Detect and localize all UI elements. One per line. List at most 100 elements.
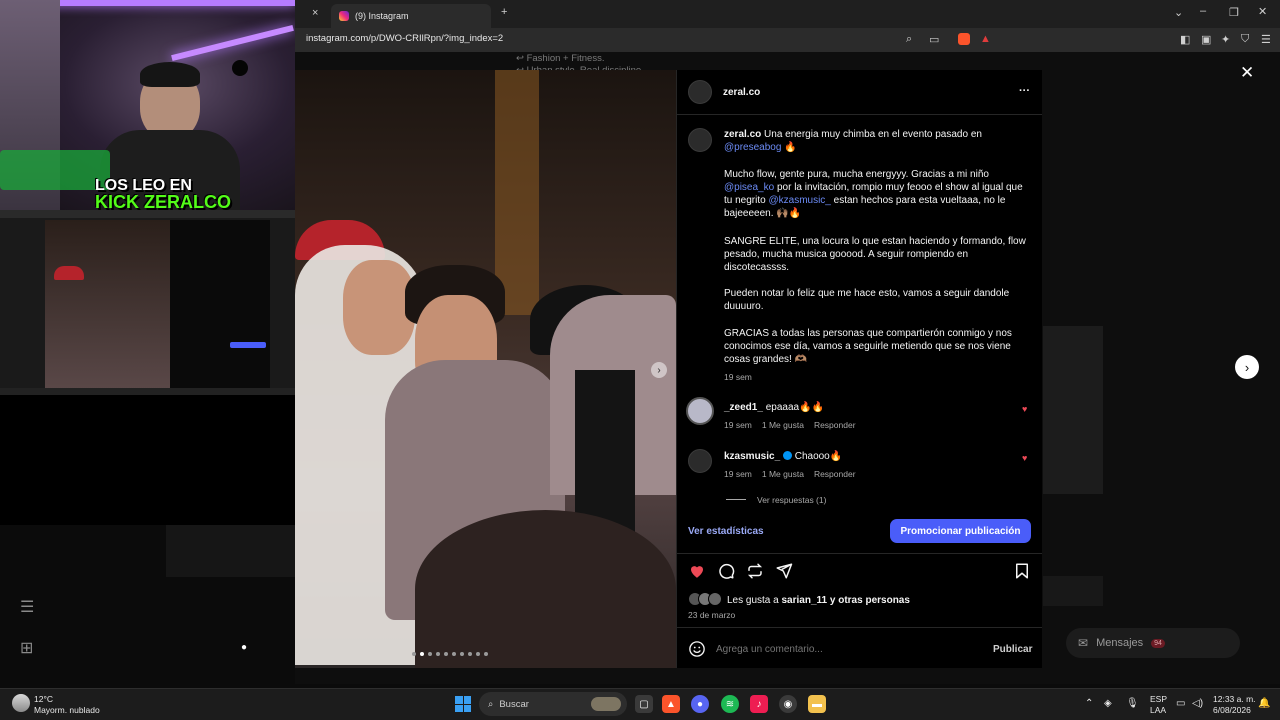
- url-text[interactable]: instagram.com/p/DWO-CRIlRpn/?img_index=2: [306, 33, 503, 44]
- tab-instagram[interactable]: (9) Instagram: [331, 4, 491, 28]
- share-icon[interactable]: [775, 562, 793, 580]
- search-label: Buscar: [499, 698, 529, 710]
- bg-apps-icon[interactable]: ⊞: [20, 638, 33, 658]
- likes-summary[interactable]: Les gusta a sarian_11 y otras personas: [727, 594, 910, 607]
- comment-text: Chaooo🔥: [794, 451, 843, 462]
- microphone-icon[interactable]: 🎙: [1126, 698, 1139, 709]
- more-options-icon[interactable]: ···: [1019, 85, 1030, 97]
- caption-p3: SANGRE ELITE, una locura lo que estan ha…: [724, 236, 1026, 273]
- likes-user[interactable]: sarian_11: [782, 595, 828, 606]
- comment-like-icon[interactable]: ♥: [1022, 453, 1027, 463]
- tiktok-icon[interactable]: ♪: [750, 695, 768, 713]
- mini-photo: [45, 220, 170, 390]
- bg-menu-icon[interactable]: ☰: [20, 597, 34, 617]
- publish-button[interactable]: Publicar: [993, 644, 1032, 655]
- mini-red-cap: [54, 266, 84, 280]
- bg-thumbnail-2: [1043, 576, 1103, 606]
- menu-icon[interactable]: ☰: [1261, 33, 1271, 46]
- comment-text: epaaaa🔥🔥: [765, 402, 824, 413]
- new-tab-button[interactable]: +: [501, 6, 507, 18]
- carousel-dots[interactable]: [412, 652, 488, 656]
- network-icon[interactable]: ▭: [1176, 698, 1185, 709]
- reply-button[interactable]: Responder: [814, 469, 856, 479]
- cast-icon[interactable]: ▭: [929, 33, 939, 46]
- clock-date[interactable]: 6/08/2026: [1213, 705, 1251, 715]
- search-highlight-icon: [591, 697, 621, 711]
- clock-time[interactable]: 12:33 a. m.: [1213, 694, 1256, 704]
- replies-line: [726, 499, 746, 500]
- caption-time[interactable]: 19 sem: [724, 372, 752, 382]
- search-icon: ⌕: [488, 698, 494, 710]
- comment-1-body: _zeed1_ epaaaa🔥🔥: [724, 401, 824, 414]
- comment-username[interactable]: _zeed1_: [724, 402, 763, 413]
- zoom-icon[interactable]: ⌕: [906, 33, 912, 46]
- author-username[interactable]: zeral.co: [723, 87, 760, 98]
- like-heart-icon[interactable]: [688, 562, 706, 580]
- header-divider: [676, 114, 1042, 115]
- wallet-icon[interactable]: ▣: [1201, 33, 1211, 46]
- mention-pisea-ko[interactable]: @pisea_ko: [724, 182, 774, 193]
- file-explorer-icon[interactable]: ▬: [808, 695, 826, 713]
- weather-desc[interactable]: Mayorm. nublado: [34, 705, 100, 715]
- minimize-icon[interactable]: –: [1200, 5, 1206, 17]
- liker-avatar[interactable]: [708, 592, 722, 606]
- mini-tabbar: [0, 210, 295, 218]
- task-view-icon[interactable]: ▢: [635, 695, 653, 713]
- mention-preseabog[interactable]: @preseabog: [724, 142, 781, 153]
- repost-icon[interactable]: [746, 562, 764, 580]
- messages-pill[interactable]: ✉ Mensajes 94: [1066, 628, 1240, 658]
- brave-shields-icon[interactable]: [958, 33, 970, 45]
- close-modal-icon[interactable]: ✕: [1240, 63, 1254, 83]
- taskbar-search[interactable]: ⌕ Buscar: [479, 692, 627, 716]
- tray-chevron-icon[interactable]: ⌃: [1085, 698, 1093, 709]
- caption-p2: Mucho flow, gente pura, mucha energyyy. …: [724, 169, 1023, 219]
- weather-icon[interactable]: [12, 694, 30, 712]
- comment-username[interactable]: kzasmusic_: [724, 451, 780, 462]
- start-button[interactable]: [455, 696, 471, 712]
- save-bookmark-icon[interactable]: [1013, 562, 1031, 580]
- discord-icon[interactable]: ●: [691, 695, 709, 713]
- verified-badge-icon: [782, 451, 792, 460]
- notification-icon[interactable]: 🔔: [1258, 698, 1270, 709]
- tab-list-icon[interactable]: ⌄: [1174, 6, 1183, 19]
- promote-post-button[interactable]: Promocionar publicación: [890, 519, 1031, 543]
- language-bottom[interactable]: LAA: [1150, 705, 1166, 715]
- close-tab-icon[interactable]: ×: [312, 7, 318, 19]
- next-post-button[interactable]: ›: [1235, 355, 1259, 379]
- mini-panel: [170, 220, 270, 390]
- tagged-users-icon[interactable]: ●: [241, 642, 247, 653]
- emoji-icon[interactable]: [688, 640, 706, 658]
- caption-author[interactable]: zeral.co: [724, 129, 761, 140]
- vpn-icon[interactable]: ⛉: [1241, 33, 1249, 46]
- weather-temp[interactable]: 12°C: [34, 694, 53, 704]
- spotify-icon[interactable]: ≋: [721, 695, 739, 713]
- reply-button[interactable]: Responder: [814, 420, 856, 430]
- volume-icon[interactable]: ◁): [1192, 698, 1203, 709]
- window-close-icon[interactable]: ✕: [1258, 5, 1267, 18]
- wall-disc: [232, 60, 248, 76]
- messages-icon: ✉: [1078, 636, 1089, 650]
- comment-avatar[interactable]: [688, 449, 712, 473]
- author-avatar[interactable]: [688, 80, 712, 104]
- mention-kzasmusic[interactable]: @kzasmusic_: [768, 195, 830, 206]
- brave-rewards-icon[interactable]: ▲: [980, 33, 991, 45]
- comment-avatar[interactable]: [686, 397, 714, 425]
- mini-taskbar: [0, 388, 295, 395]
- comment-like-icon[interactable]: ♥: [1022, 404, 1027, 414]
- sidebar-icon[interactable]: ◧: [1180, 33, 1190, 46]
- caption-avatar[interactable]: [688, 128, 712, 152]
- view-replies-button[interactable]: Ver respuestas (1): [757, 495, 826, 505]
- comment-input[interactable]: [716, 640, 976, 658]
- maximize-icon[interactable]: ❐: [1229, 6, 1239, 19]
- leo-ai-icon[interactable]: ✦: [1221, 33, 1230, 46]
- obs-icon[interactable]: ◉: [779, 695, 797, 713]
- brave-icon[interactable]: ▲: [662, 695, 680, 713]
- post-date[interactable]: 23 de marzo: [688, 610, 735, 620]
- language-top[interactable]: ESP: [1150, 694, 1167, 704]
- comment-divider: [676, 627, 1042, 628]
- tray-app-icon[interactable]: ◈: [1104, 698, 1112, 709]
- carousel-next-button[interactable]: ›: [651, 362, 667, 378]
- stream-caption: LOS LEO EN KICK ZERALCO: [95, 177, 231, 212]
- comment-icon[interactable]: [717, 562, 735, 580]
- view-insights-link[interactable]: Ver estadísticas: [688, 526, 764, 537]
